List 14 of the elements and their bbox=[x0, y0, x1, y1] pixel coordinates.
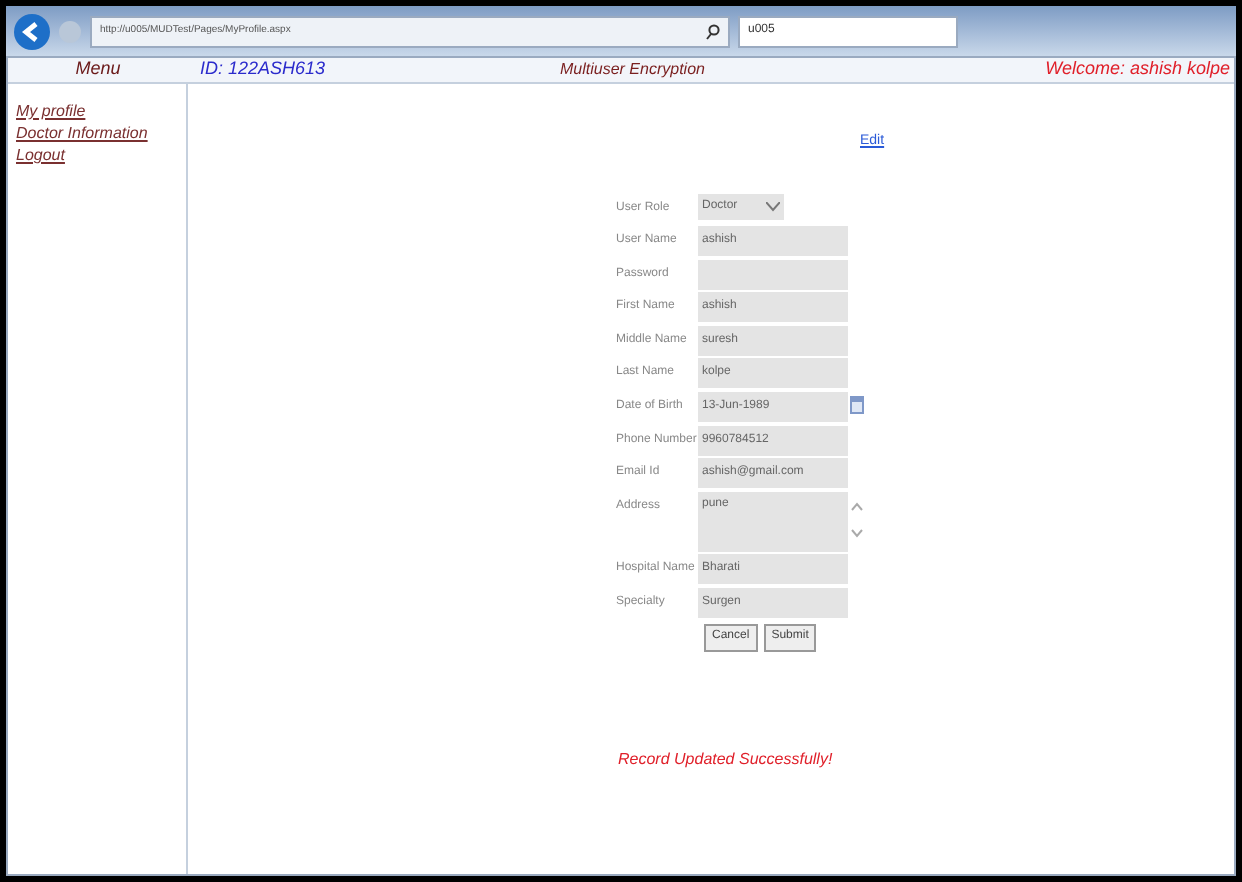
welcome-text: Welcome: ashish kolpe bbox=[1045, 56, 1232, 83]
success-message: Record Updated Successfully! bbox=[618, 748, 833, 772]
menu-heading: Menu bbox=[75, 56, 121, 83]
user-id: ID: 122ASH613 bbox=[200, 56, 328, 83]
sidebar-link[interactable]: Logout bbox=[16, 144, 186, 166]
dropdown-caret-icon[interactable] bbox=[766, 202, 780, 212]
scroll-arrows-icon[interactable] bbox=[850, 499, 864, 540]
calendar-icon[interactable] bbox=[850, 395, 864, 414]
sidebar-link[interactable]: My profile bbox=[16, 100, 186, 122]
app-title: Multiuser Encryption bbox=[560, 58, 707, 82]
input-field[interactable] bbox=[698, 259, 848, 290]
search-icon[interactable] bbox=[706, 23, 720, 39]
back-icon[interactable] bbox=[14, 13, 50, 49]
sidebar-link[interactable]: Doctor Information bbox=[16, 122, 186, 144]
